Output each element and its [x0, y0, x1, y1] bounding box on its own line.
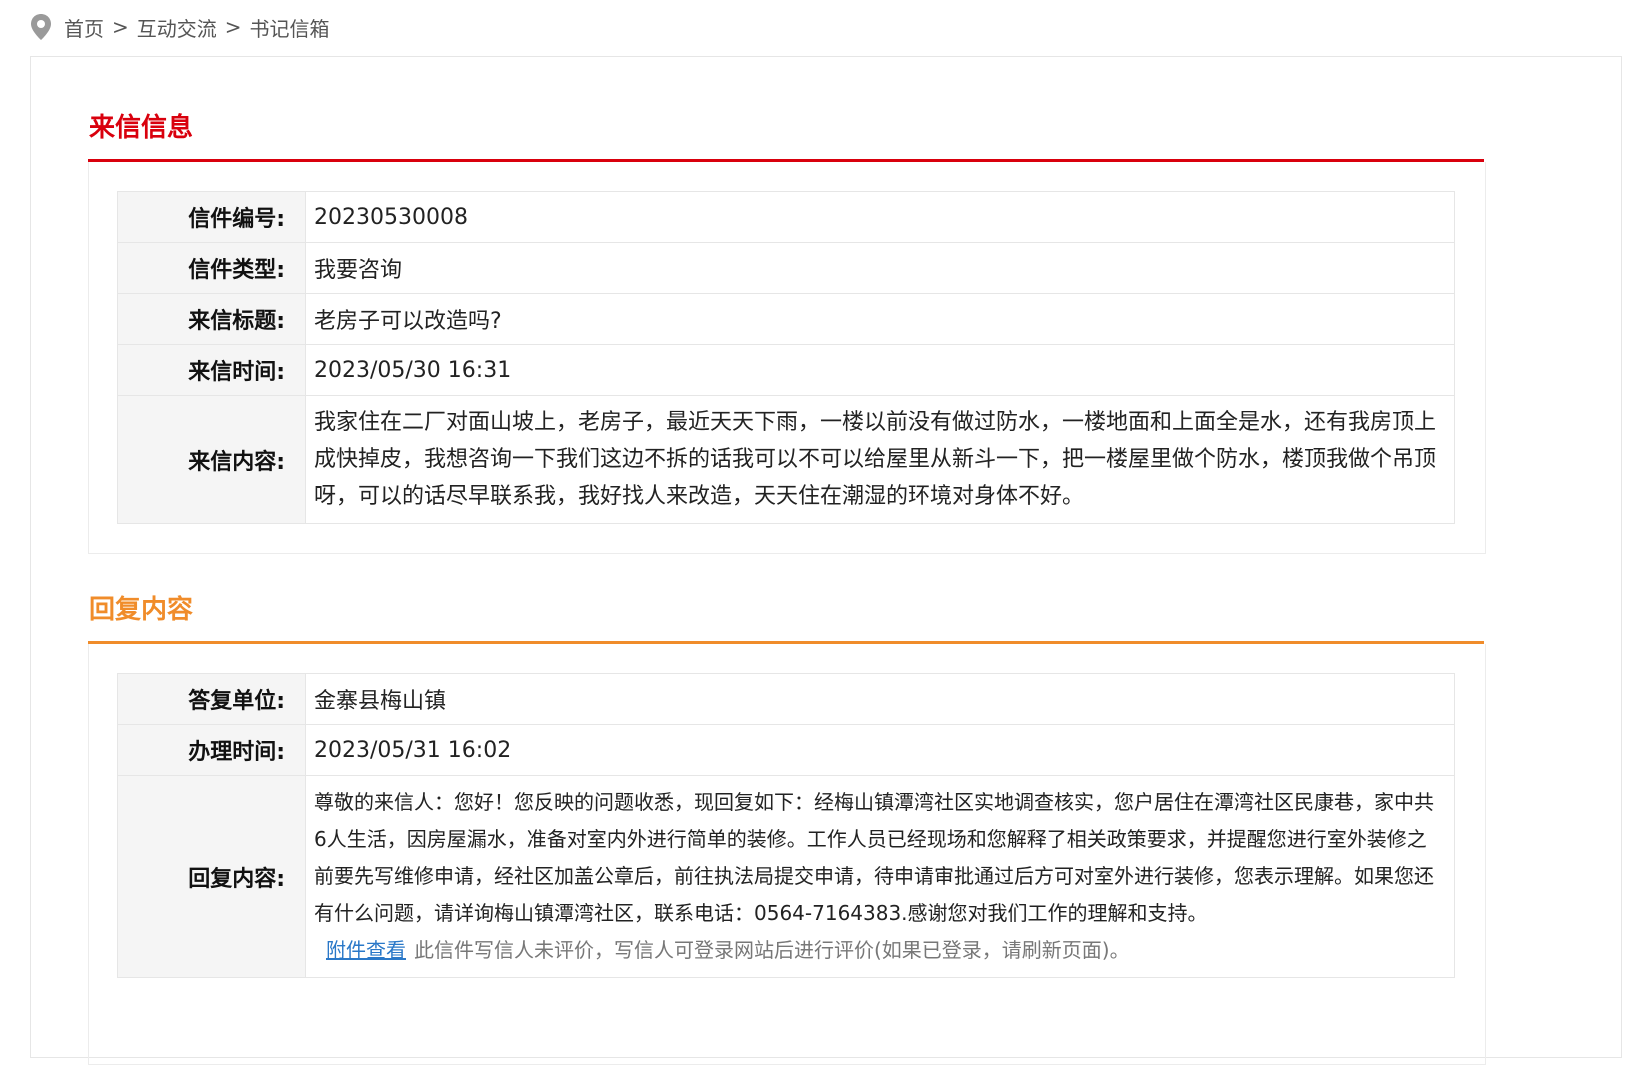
reply-content-value: 尊敬的来信人：您好！您反映的问题收悉，现回复如下：经梅山镇潭湾社区实地调查核实，… — [314, 790, 1434, 925]
table-row: 办理时间: 2023/05/31 16:02 — [117, 724, 1455, 776]
table-row: 来信时间: 2023/05/30 16:31 — [117, 344, 1455, 396]
letter-time-value: 2023/05/30 16:31 — [305, 344, 1455, 396]
handle-time-value: 2023/05/31 16:02 — [305, 724, 1455, 776]
breadcrumb-separator: > — [112, 15, 129, 39]
table-row: 信件编号: 20230530008 — [117, 191, 1455, 243]
breadcrumb-separator: > — [224, 15, 242, 39]
reply-content-label: 回复内容: — [117, 775, 306, 978]
letter-info-table: 信件编号: 20230530008 信件类型: 我要咨询 来信标题: 老房子可以… — [117, 191, 1455, 524]
reply-unit-value: 金寨县梅山镇 — [305, 673, 1455, 725]
table-row: 来信标题: 老房子可以改造吗? — [117, 293, 1455, 345]
breadcrumb-home[interactable]: 首页 — [64, 13, 104, 42]
evaluation-note: 此信件写信人未评价，写信人可登录网站后进行评价(如果已登录，请刷新页面)。 — [414, 938, 1130, 962]
table-row: 来信内容: 我家住在二厂对面山坡上，老房子，最近天天下雨，一楼以前没有做过防水，… — [117, 395, 1455, 524]
content-panel: 来信信息 信件编号: 20230530008 信件类型: 我要咨询 来信标题: … — [30, 56, 1622, 1065]
breadcrumb-interaction[interactable]: 互动交流 — [137, 13, 217, 42]
letter-subject-value: 老房子可以改造吗? — [305, 293, 1455, 345]
reply-footer: 附件查看 此信件写信人未评价，写信人可登录网站后进行评价(如果已登录，请刷新页面)… — [314, 932, 1446, 969]
table-row: 信件类型: 我要咨询 — [117, 242, 1455, 294]
reply-unit-label: 答复单位: — [117, 673, 306, 725]
letter-number-value: 20230530008 — [305, 191, 1455, 243]
attachment-link[interactable]: 附件查看 — [326, 938, 406, 962]
location-pin-icon — [31, 14, 51, 40]
table-row: 回复内容: 尊敬的来信人：您好！您反映的问题收悉，现回复如下：经梅山镇潭湾社区实… — [117, 775, 1455, 978]
letter-number-label: 信件编号: — [117, 191, 306, 243]
handle-time-label: 办理时间: — [117, 724, 306, 776]
reply-section-title: 回复内容 — [89, 595, 194, 625]
letter-section-title: 来信信息 — [89, 113, 194, 143]
letter-type-label: 信件类型: — [117, 242, 306, 294]
letter-time-label: 来信时间: — [117, 344, 306, 396]
reply-content-cell: 尊敬的来信人：您好！您反映的问题收悉，现回复如下：经梅山镇潭湾社区实地调查核实，… — [305, 775, 1455, 978]
breadcrumb-mailbox[interactable]: 书记信箱 — [250, 13, 330, 42]
letter-subject-label: 来信标题: — [117, 293, 306, 345]
breadcrumb: 首页 > 互动交流 > 书记信箱 — [30, 12, 330, 42]
reply-info-table: 答复单位: 金寨县梅山镇 办理时间: 2023/05/31 16:02 回复内容… — [117, 673, 1455, 978]
letter-type-value: 我要咨询 — [305, 242, 1455, 294]
letter-content-label: 来信内容: — [117, 395, 306, 524]
letter-content-value: 我家住在二厂对面山坡上，老房子，最近天天下雨，一楼以前没有做过防水，一楼地面和上… — [305, 395, 1455, 524]
table-row: 答复单位: 金寨县梅山镇 — [117, 673, 1455, 725]
